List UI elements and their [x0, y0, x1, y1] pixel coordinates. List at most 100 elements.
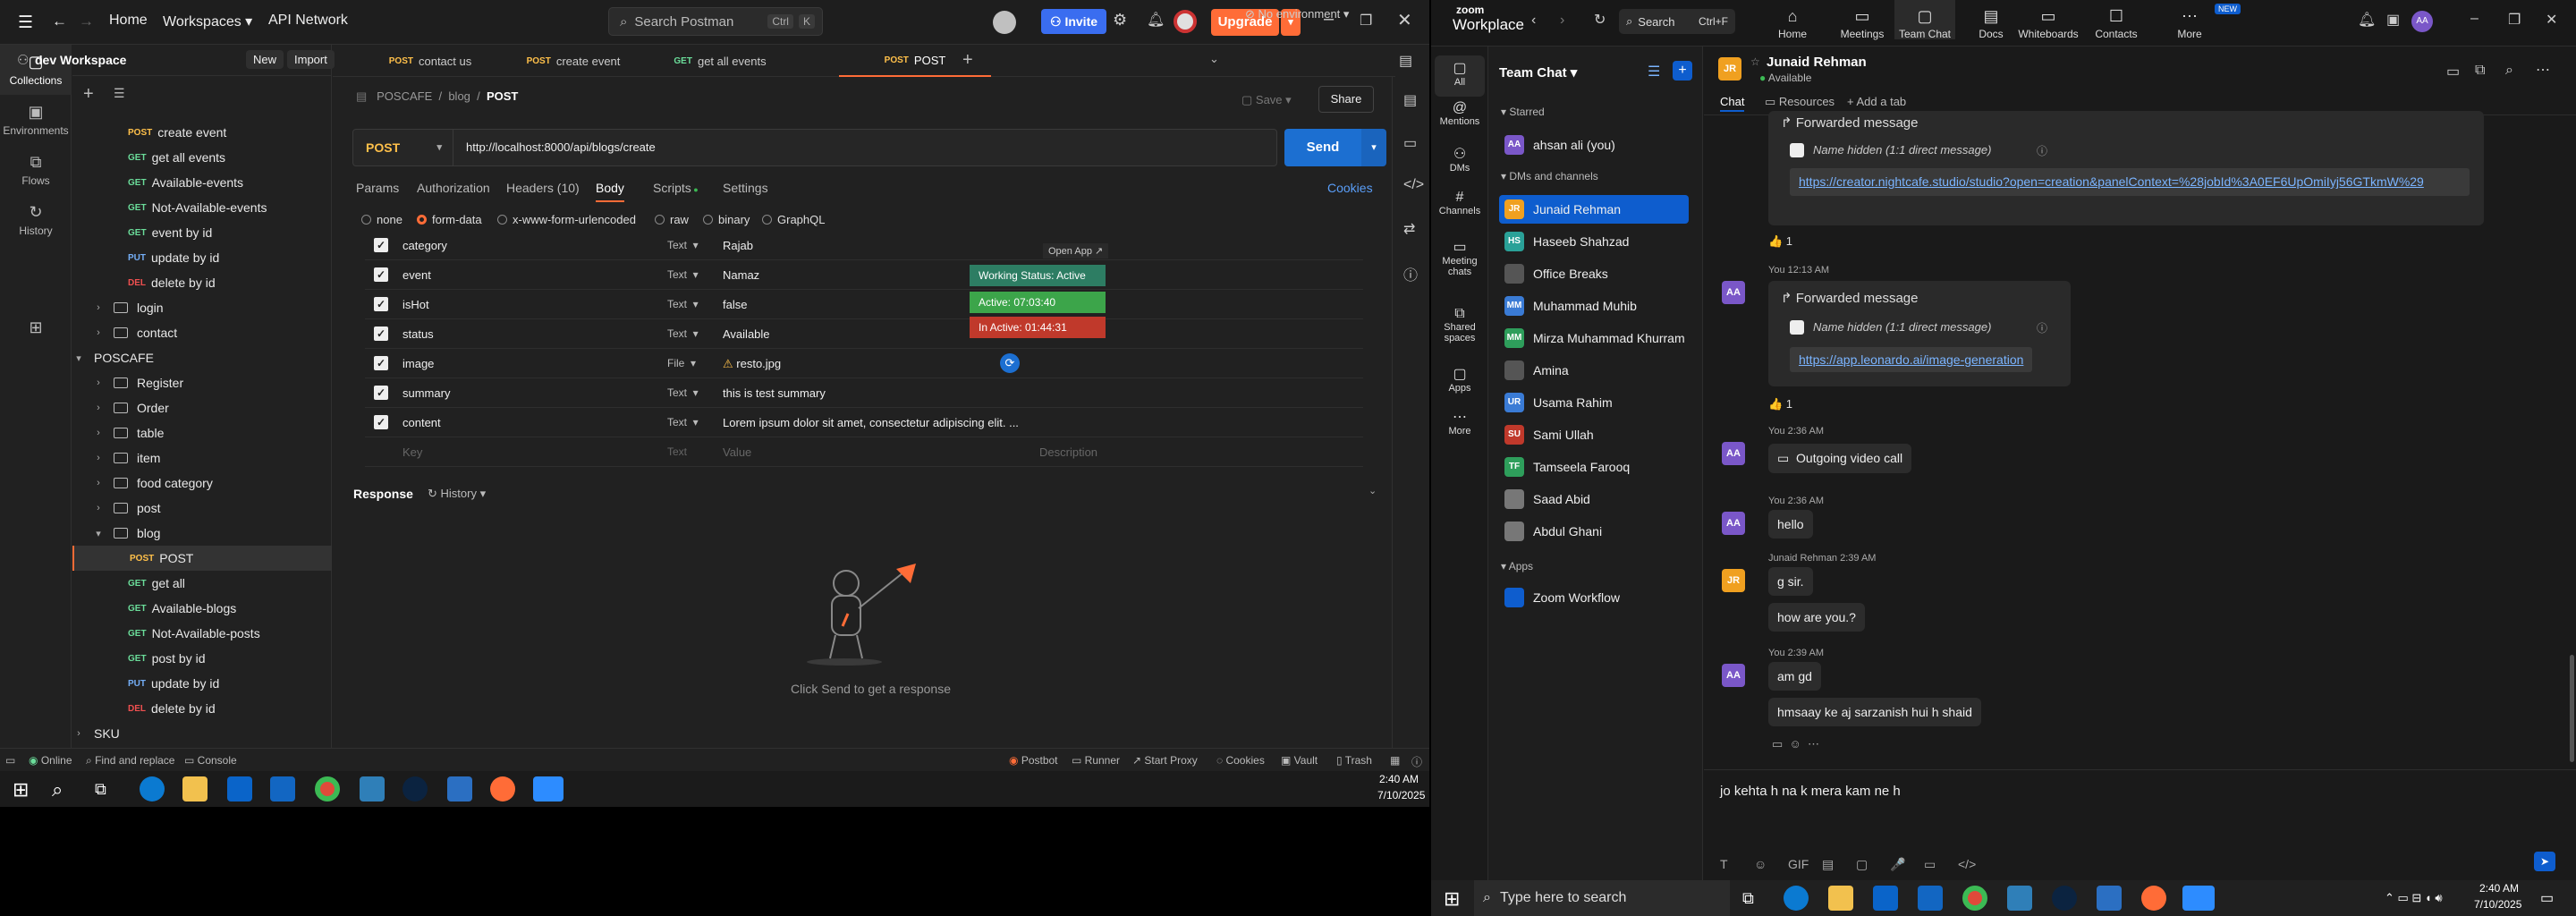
postman-taskbar-icon[interactable]: [2141, 886, 2166, 911]
form-type-select[interactable]: Text ▾: [667, 268, 699, 281]
chevron-right-icon[interactable]: ›: [92, 428, 105, 438]
chat-item[interactable]: Office Breaks: [1499, 259, 1689, 288]
form-value[interactable]: Available: [723, 327, 770, 341]
info-icon[interactable]: ⓘ: [2037, 320, 2047, 335]
nav-team-chat[interactable]: ▢ Team Chat: [1894, 0, 1955, 40]
composer-tool-icon[interactable]: ▤: [1822, 857, 1834, 872]
add-tab[interactable]: + Add a tab: [1847, 95, 1906, 108]
nav-contacts[interactable]: ☐ Contacts: [2086, 7, 2147, 40]
folder-item[interactable]: › Order: [72, 395, 332, 420]
maximize-icon[interactable]: ❐: [2508, 11, 2521, 29]
star-icon[interactable]: ☆: [1750, 55, 1760, 68]
zoom-search[interactable]: ⌕ Search Ctrl+F: [1619, 9, 1735, 34]
row-checkbox[interactable]: ✓: [374, 356, 388, 370]
section-header[interactable]: ▾ Apps: [1501, 560, 1533, 572]
search-input[interactable]: ⌕ Search Postman Ctrl K: [608, 7, 823, 36]
help-icon[interactable]: ⓘ: [1411, 754, 1422, 769]
chat-item[interactable]: TF Tamseela Farooq: [1499, 453, 1689, 481]
trash-button[interactable]: ▯ Trash: [1336, 754, 1372, 767]
send-dropdown[interactable]: ▾: [1361, 129, 1386, 166]
composer-tool-icon[interactable]: 🎤: [1890, 857, 1905, 872]
console-toggle[interactable]: ▭ Console: [184, 754, 237, 767]
breadcrumb-folder[interactable]: blog: [448, 89, 470, 103]
tab-chat[interactable]: Chat: [1720, 95, 1745, 112]
chevron-right-icon[interactable]: ›: [92, 403, 105, 413]
request-item[interactable]: GET post by id: [72, 646, 332, 671]
chevron-right-icon[interactable]: ›: [92, 478, 105, 488]
filter-icon[interactable]: ☰: [114, 86, 125, 101]
find-replace[interactable]: ⌕ Find and replace: [86, 754, 174, 768]
environment-quick-look-icon[interactable]: ▤: [1399, 52, 1412, 70]
environment-selector[interactable]: ⊘ No environment ▾: [1245, 7, 1349, 21]
form-value[interactable]: Lorem ipsum dolor sit amet, consectetur …: [723, 416, 1019, 429]
outlook-icon[interactable]: [1918, 886, 1943, 911]
avatar-group[interactable]: [993, 11, 1016, 34]
rail-channels[interactable]: # Channels: [1431, 190, 1488, 216]
back-icon[interactable]: ‹: [1531, 13, 1536, 29]
request-item[interactable]: GET Available-blogs: [72, 596, 332, 621]
chevron-right-icon[interactable]: ›: [92, 377, 105, 388]
folder-item[interactable]: ▾ blog: [72, 521, 332, 546]
row-checkbox[interactable]: ✓: [374, 415, 388, 429]
refresh-icon[interactable]: ⟳: [1000, 353, 1020, 373]
request-tab-params[interactable]: Params: [356, 181, 399, 195]
reaction-2[interactable]: 👍 1: [1768, 397, 1792, 411]
rail-history[interactable]: ↻ History: [0, 195, 72, 245]
nav-meetings[interactable]: ▭ Meetings: [1832, 7, 1893, 40]
vault-button[interactable]: ▣ Vault: [1281, 754, 1318, 767]
chat-item[interactable]: MM Muhammad Muhib: [1499, 292, 1689, 320]
form-value[interactable]: false: [723, 298, 747, 311]
rail-apps[interactable]: ⊞: [0, 304, 72, 354]
form-value[interactable]: Namaz: [723, 268, 759, 282]
row-checkbox[interactable]: ✓: [374, 386, 388, 400]
section-header[interactable]: ▾ Starred: [1501, 106, 1545, 118]
folder-item[interactable]: › Register: [72, 370, 332, 395]
row-checkbox[interactable]: ✓: [374, 327, 388, 341]
reply-icon[interactable]: ▭ ☺ ⋯: [1772, 737, 1819, 751]
reaction-1[interactable]: 👍 1: [1768, 234, 1792, 249]
new-value-input[interactable]: Value: [723, 445, 751, 459]
send-icon[interactable]: ➤: [2534, 852, 2555, 871]
user-avatar[interactable]: [1174, 10, 1197, 33]
vscode-icon[interactable]: [447, 776, 472, 802]
info-icon[interactable]: ⓘ: [1403, 263, 1418, 284]
request-item[interactable]: GET Available-events: [72, 170, 332, 195]
row-checkbox[interactable]: ✓: [374, 238, 388, 252]
request-item[interactable]: PUT update by id: [72, 245, 332, 270]
chrome-icon[interactable]: [315, 776, 340, 802]
search-icon[interactable]: ⌕: [52, 778, 63, 802]
settings-icon[interactable]: ⚙: [1113, 11, 1127, 30]
request-tab-headers[interactable]: Headers (10): [506, 181, 580, 195]
chat-item[interactable]: HS Haseeb Shahzad: [1499, 227, 1689, 256]
form-type-select[interactable]: Text ▾: [667, 239, 699, 251]
composer-tool-icon[interactable]: T: [1720, 857, 1728, 871]
forward-icon[interactable]: ›: [1560, 13, 1564, 29]
folder-item[interactable]: › item: [72, 445, 332, 471]
request-item[interactable]: GET get all: [72, 571, 332, 596]
nav-more[interactable]: ⋯ More: [2159, 7, 2220, 40]
chrome-icon[interactable]: [1962, 886, 1987, 911]
task-view-icon[interactable]: ⧉: [1742, 889, 1754, 908]
composer-tool-icon[interactable]: ☺: [1754, 857, 1767, 871]
windows-start-icon[interactable]: ⊞: [1444, 887, 1460, 911]
cookies-button[interactable]: ◌ Cookies: [1216, 754, 1265, 767]
add-icon[interactable]: +: [83, 84, 94, 105]
form-type-select[interactable]: Text ▾: [667, 327, 699, 340]
forward-link-1[interactable]: https://creator.nightcafe.studio/studio?…: [1790, 168, 2470, 196]
screen-share-icon[interactable]: ⧉: [2475, 63, 2485, 79]
body-type-none[interactable]: none: [361, 213, 402, 226]
new-button[interactable]: New: [246, 50, 284, 69]
chevron-down-icon[interactable]: ▾: [92, 528, 105, 539]
form-key[interactable]: content: [402, 416, 441, 429]
rail-all[interactable]: ▢ All: [1435, 55, 1485, 97]
request-item[interactable]: PUT update by id: [72, 671, 332, 696]
message-input[interactable]: jo kehta h na k mera kam ne h: [1720, 784, 1901, 799]
request-tab-settings[interactable]: Settings: [723, 181, 768, 195]
rail-dms[interactable]: ⚇ DMs: [1431, 145, 1488, 174]
send-button[interactable]: Send: [1284, 129, 1361, 166]
chat-item[interactable]: SU Sami Ullah: [1499, 420, 1689, 449]
chat-item[interactable]: Amina: [1499, 356, 1689, 385]
form-type-select[interactable]: File ▾: [667, 357, 696, 369]
rail-flows[interactable]: ⧉ Flows: [0, 145, 72, 195]
composer-tool-icon[interactable]: </>: [1958, 857, 1976, 871]
